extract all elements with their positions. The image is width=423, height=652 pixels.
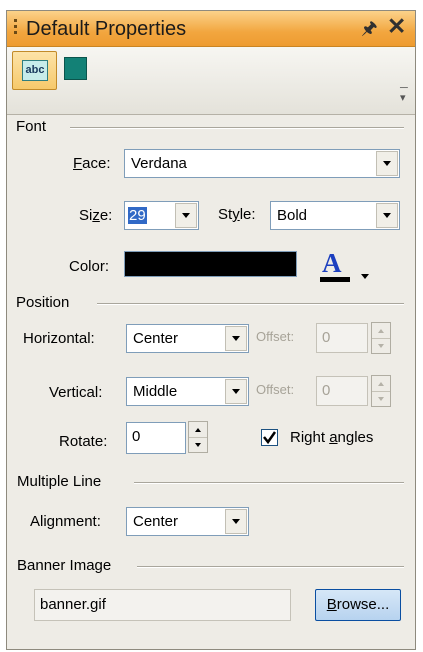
font-color-glyph: A <box>322 248 342 278</box>
banner-image-section-label: Banner Image <box>17 557 112 574</box>
horizontal-offset-input[interactable]: 0 <box>316 323 368 353</box>
vertical-label: Vertical: <box>49 384 103 401</box>
rotate-label: Rotate: <box>59 433 108 450</box>
fill-color-button[interactable] <box>64 57 87 80</box>
text-abc-icon: abc <box>22 60 48 81</box>
font-section-label: Font <box>16 118 47 135</box>
panel-titlebar[interactable]: Default Properties 🖈︎ ✕ <box>7 11 415 47</box>
spin-up-icon[interactable] <box>372 376 390 391</box>
alignment-value: Center <box>133 513 179 530</box>
size-dropdown[interactable]: 29 <box>124 201 199 230</box>
vertical-value: Middle <box>133 383 178 400</box>
font-color-button[interactable]: A <box>319 248 373 288</box>
alignment-dropdown[interactable]: Center <box>126 507 249 536</box>
vertical-offset-label: Offset: <box>256 382 295 397</box>
position-section-divider <box>97 303 404 305</box>
checkmark-icon <box>263 431 277 445</box>
position-section-label: Position <box>16 294 70 311</box>
face-value: Verdana <box>131 155 187 172</box>
spin-down-icon[interactable] <box>372 338 390 353</box>
vertical-dropdown[interactable]: Middle <box>126 377 249 406</box>
right-angles-checkbox[interactable] <box>261 429 278 446</box>
horizontal-dropdown[interactable]: Center <box>126 324 249 353</box>
style-value: Bold <box>277 207 308 224</box>
multiple-line-divider <box>134 482 404 484</box>
right-angles-label[interactable]: Right angles <box>290 429 373 446</box>
rotate-spinner[interactable] <box>188 421 208 453</box>
banner-file-value: banner.gif <box>40 596 106 613</box>
rotate-input[interactable]: 0 <box>126 422 186 454</box>
browse-button[interactable]: Browse... <box>315 589 401 621</box>
style-label: Style: <box>218 206 256 223</box>
horizontal-offset-label: Offset: <box>256 329 295 344</box>
spin-up-icon[interactable] <box>372 323 390 338</box>
toolbar: abc ─ ▾ <box>7 47 415 115</box>
banner-image-divider <box>137 566 404 568</box>
face-dropdown[interactable]: Verdana <box>124 149 400 178</box>
toolbar-overflow-icon[interactable]: ─ ▾ <box>400 83 408 104</box>
horizontal-offset-value: 0 <box>322 329 331 346</box>
spin-down-icon[interactable] <box>189 437 207 452</box>
rotate-value: 0 <box>132 428 141 445</box>
chevron-down-icon[interactable] <box>376 203 398 228</box>
banner-file-input[interactable]: banner.gif <box>34 589 291 621</box>
font-color-icon: A <box>320 248 369 282</box>
panel-title: Default Properties <box>26 18 187 40</box>
color-label: Color: <box>69 258 110 275</box>
size-value: 29 <box>128 207 147 224</box>
horizontal-offset-spinner[interactable] <box>371 322 391 354</box>
style-dropdown[interactable]: Bold <box>270 201 400 230</box>
horizontal-label: Horizontal: <box>23 330 95 347</box>
drag-grip-icon[interactable] <box>13 19 19 39</box>
spin-up-icon[interactable] <box>189 422 207 437</box>
default-properties-panel: Default Properties 🖈︎ ✕ abc ─ ▾ Font Face… <box>6 10 416 650</box>
chevron-down-icon[interactable] <box>225 326 247 351</box>
font-section-divider <box>70 127 404 129</box>
close-icon[interactable]: ✕ <box>387 13 406 40</box>
color-swatch[interactable] <box>124 251 297 277</box>
size-label: Size: <box>79 207 113 224</box>
horizontal-value: Center <box>133 330 179 347</box>
vertical-offset-value: 0 <box>322 382 331 399</box>
multiple-line-section-label: Multiple Line <box>17 473 102 490</box>
pin-icon[interactable]: 🖈︎ <box>361 16 378 46</box>
text-properties-button[interactable]: abc <box>12 51 57 90</box>
alignment-label: Alignment: <box>30 513 101 530</box>
chevron-down-icon[interactable] <box>225 509 247 534</box>
face-label: Face: <box>73 155 111 172</box>
spin-down-icon[interactable] <box>372 391 390 406</box>
chevron-down-icon[interactable] <box>225 379 247 404</box>
chevron-down-icon[interactable] <box>376 151 398 176</box>
chevron-down-icon[interactable] <box>175 203 197 228</box>
vertical-offset-input[interactable]: 0 <box>316 376 368 406</box>
vertical-offset-spinner[interactable] <box>371 375 391 407</box>
